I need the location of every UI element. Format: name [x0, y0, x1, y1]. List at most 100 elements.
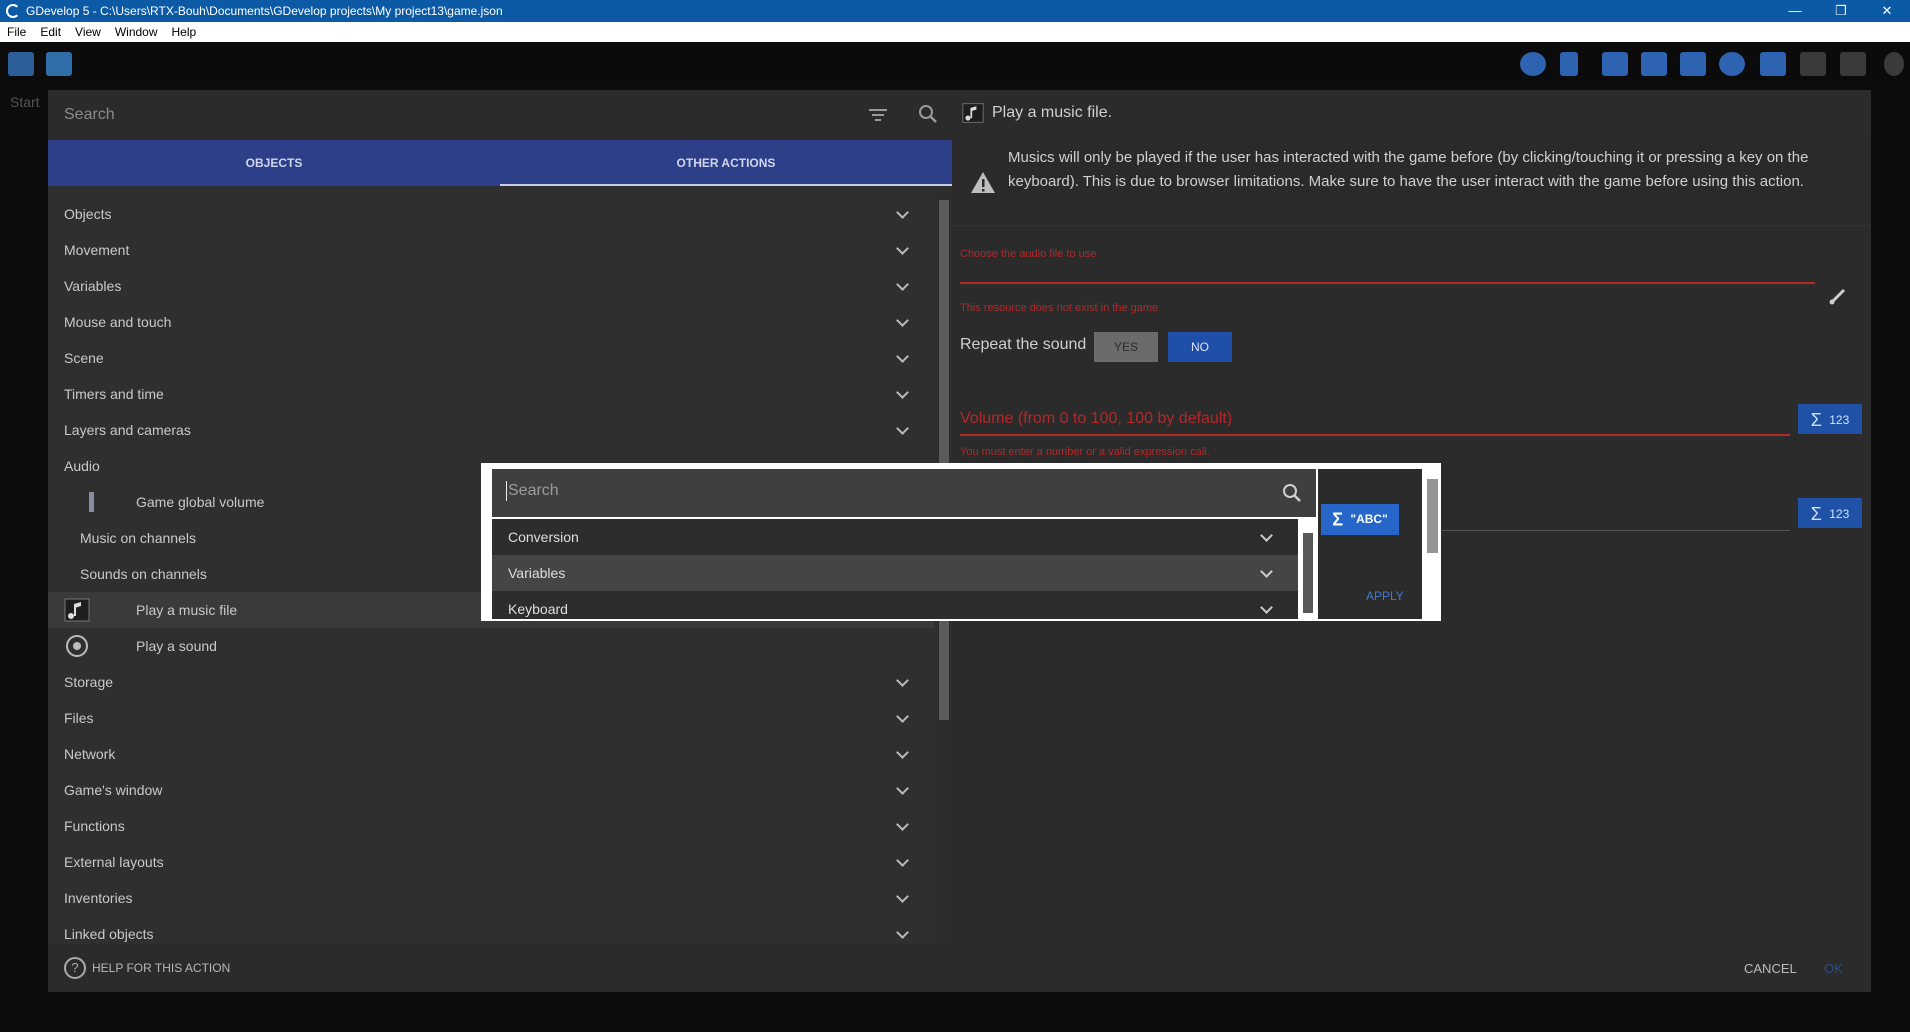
chevron-down-icon	[896, 232, 910, 268]
search-icon[interactable]	[918, 104, 938, 124]
popup-outer-scrollbar[interactable]	[1424, 463, 1441, 621]
repeat-yes-button[interactable]: YES	[1094, 332, 1158, 362]
help-icon: ?	[64, 957, 86, 979]
help-for-this-action-button[interactable]: HELP FOR THIS ACTION	[92, 961, 230, 975]
repeat-no-button[interactable]: NO	[1168, 332, 1232, 362]
string-expression-button[interactable]: Σ "ABC"	[1321, 504, 1399, 535]
pitch-expression-button[interactable]: Σ 123	[1798, 498, 1862, 528]
cancel-button[interactable]: CANCEL	[1744, 961, 1797, 976]
volume-error: You must enter a number or a valid expre…	[960, 446, 1210, 458]
chevron-down-icon	[896, 880, 910, 916]
list-item[interactable]: Layers and cameras	[48, 412, 934, 448]
chevron-down-icon	[896, 700, 910, 736]
menu-file[interactable]: File	[0, 25, 33, 39]
close-button[interactable]: ✕	[1864, 0, 1910, 22]
list-item[interactable]: Keyboard	[492, 591, 1298, 619]
instruction-search-bar[interactable]: Search	[48, 90, 952, 140]
add-event-icon[interactable]	[1602, 52, 1628, 76]
list-item[interactable]: Linked objects	[48, 916, 934, 944]
maximize-button[interactable]: ❐	[1818, 0, 1864, 22]
chevron-down-icon	[1260, 555, 1274, 591]
chevron-down-icon	[896, 736, 910, 772]
ok-button[interactable]: OK	[1824, 961, 1843, 976]
list-item[interactable]: Objects	[48, 196, 934, 232]
chevron-down-icon	[1260, 591, 1274, 619]
repeat-sound-label: Repeat the sound	[960, 336, 1087, 353]
delete-icon[interactable]	[1760, 52, 1786, 76]
chevron-down-icon	[896, 376, 910, 412]
list-item[interactable]: Storage	[48, 664, 934, 700]
sigma-icon: Σ	[1810, 503, 1822, 524]
apply-button[interactable]: APPLY	[1366, 589, 1404, 603]
list-item[interactable]: Inventories	[48, 880, 934, 916]
chevron-down-icon	[896, 304, 910, 340]
menu-bar: File Edit View Window Help	[0, 22, 1910, 42]
sigma-icon: Σ	[1810, 409, 1822, 430]
project-manager-icon[interactable]	[8, 52, 34, 76]
window-title: GDevelop 5 - C:\Users\RTX-Bouh\Documents…	[26, 4, 503, 18]
list-item[interactable]: Functions	[48, 808, 934, 844]
expression-category-list: Conversion Variables Keyboard	[492, 519, 1298, 619]
chevron-down-icon	[896, 340, 910, 376]
tab-other-actions[interactable]: OTHER ACTIONS	[500, 140, 952, 186]
audio-file-input[interactable]	[960, 262, 1815, 284]
undo-icon[interactable]	[1800, 52, 1826, 76]
filter-icon[interactable]	[868, 106, 888, 124]
add-more-icon[interactable]	[1719, 52, 1745, 76]
chevron-down-icon	[896, 268, 910, 304]
warning-text: Musics will only be played if the user h…	[1008, 149, 1809, 190]
chevron-down-icon	[1260, 519, 1274, 555]
chevron-down-icon	[896, 808, 910, 844]
volume-input[interactable]: Volume (from 0 to 100, 100 by default)	[960, 410, 1232, 428]
warning-icon	[971, 172, 995, 193]
volume-expression-button[interactable]: Σ 123	[1798, 404, 1862, 434]
preview-icon[interactable]	[1520, 52, 1546, 76]
list-item[interactable]: Game's window	[48, 772, 934, 808]
text-caret	[506, 481, 507, 501]
audio-file-label: Choose the audio file to use	[960, 248, 1097, 260]
list-item[interactable]: Conversion	[492, 519, 1298, 555]
gdevelop-logo-icon	[6, 4, 20, 18]
minimize-button[interactable]: —	[1772, 0, 1818, 22]
volume-underline	[960, 434, 1790, 436]
menu-view[interactable]: View	[68, 25, 108, 39]
search-icon[interactable]	[1282, 483, 1302, 503]
chevron-down-icon	[896, 772, 910, 808]
expression-search-input[interactable]: Search	[508, 482, 559, 500]
volume-icon	[89, 492, 94, 512]
menu-help[interactable]: Help	[165, 25, 204, 39]
music-note-icon	[962, 103, 984, 123]
warning-box: Musics will only be played if the user h…	[952, 136, 1871, 226]
tab-objects[interactable]: OBJECTS	[48, 140, 500, 186]
list-item[interactable]: Mouse and touch	[48, 304, 934, 340]
list-item[interactable]: Play a sound	[48, 628, 934, 664]
menu-edit[interactable]: Edit	[33, 25, 68, 39]
list-item[interactable]: Timers and time	[48, 376, 934, 412]
add-subevent-icon[interactable]	[1641, 52, 1667, 76]
list-item[interactable]: Network	[48, 736, 934, 772]
list-item[interactable]: Movement	[48, 232, 934, 268]
redo-icon[interactable]	[1840, 52, 1866, 76]
action-title: Play a music file.	[992, 104, 1113, 121]
edit-brush-icon[interactable]	[1828, 286, 1848, 306]
debug-icon[interactable]	[1560, 52, 1578, 76]
scene-icon[interactable]	[46, 52, 72, 76]
list-item[interactable]: Variables	[492, 555, 1298, 591]
pitch-underline	[1392, 530, 1790, 531]
add-comment-icon[interactable]	[1680, 52, 1706, 76]
list-item[interactable]: Scene	[48, 340, 934, 376]
chevron-down-icon	[896, 664, 910, 700]
expression-search-bar[interactable]: Search	[492, 469, 1316, 517]
title-bar: GDevelop 5 - C:\Users\RTX-Bouh\Documents…	[0, 0, 1910, 22]
list-item[interactable]: Files	[48, 700, 934, 736]
list-item[interactable]: Variables	[48, 268, 934, 304]
settings-icon[interactable]	[1884, 52, 1904, 76]
app-toolbar: Start	[0, 42, 1910, 110]
chevron-down-icon	[896, 844, 910, 880]
start-tab-label: Start	[10, 94, 40, 110]
menu-window[interactable]: Window	[108, 25, 165, 39]
audio-file-error: This resource does not exist in the game	[960, 302, 1159, 314]
list-item[interactable]: External layouts	[48, 844, 934, 880]
instruction-search-input[interactable]: Search	[64, 106, 115, 124]
expression-list-scrollbar[interactable]	[1300, 519, 1316, 619]
